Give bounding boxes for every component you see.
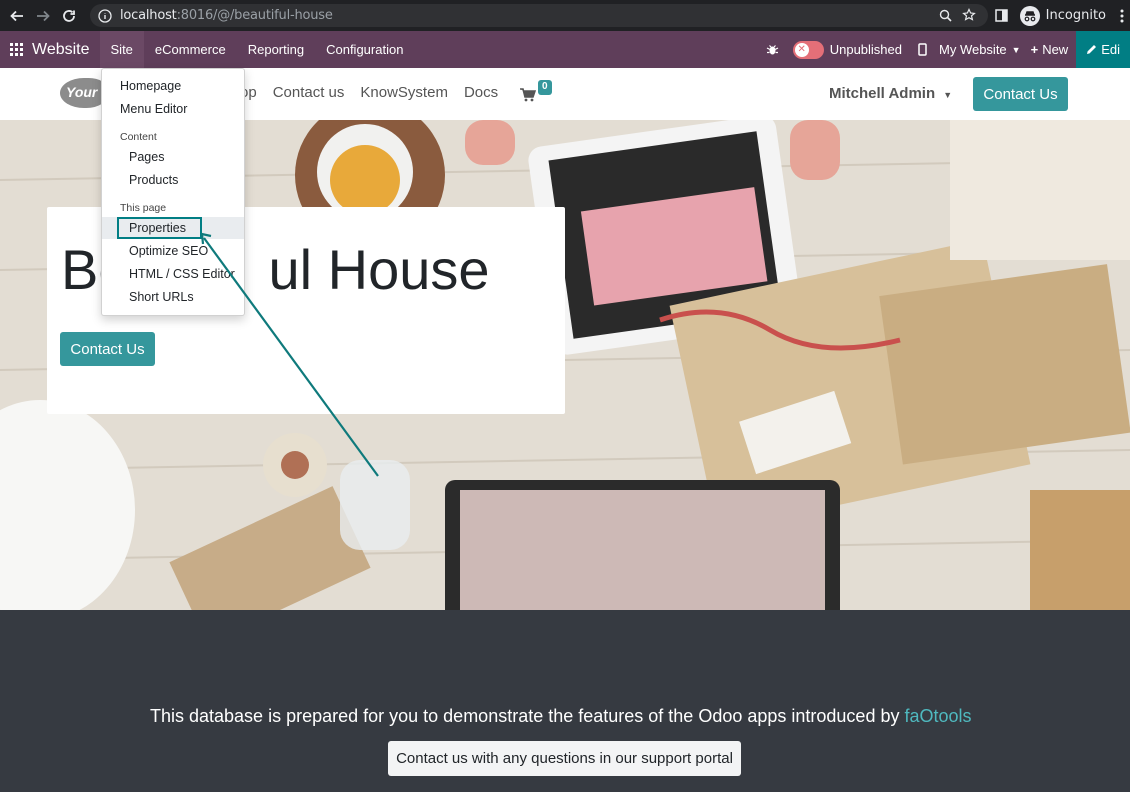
plus-icon: +	[1030, 42, 1039, 57]
app-brand[interactable]: Website	[32, 41, 90, 59]
browser-menu-icon[interactable]	[1120, 9, 1124, 23]
menu-configuration[interactable]: Configuration	[315, 31, 414, 68]
address-bar[interactable]: localhost:8016/@/beautiful-house	[90, 4, 988, 27]
footer-text: This database is prepared for you to dem…	[150, 706, 972, 726]
nav-knowsystem[interactable]: KnowSystem	[360, 84, 448, 101]
browser-toolbar: localhost:8016/@/beautiful-house Incogni…	[0, 0, 1130, 31]
mobile-preview-icon[interactable]	[918, 43, 927, 56]
edit-label: Edi	[1101, 42, 1120, 57]
new-button[interactable]: New	[1042, 42, 1068, 57]
cart-link[interactable]: 0	[520, 80, 552, 102]
menu-item-optimize-seo[interactable]: Optimize SEO	[102, 240, 244, 262]
publish-toggle[interactable]: ✕	[792, 40, 824, 59]
menu-item-products[interactable]: Products	[102, 169, 244, 191]
menu-header-content: Content	[120, 131, 157, 143]
edit-button[interactable]: Edi	[1076, 31, 1130, 68]
caret-down-icon: ▼	[1011, 44, 1021, 55]
menu-item-menu-editor[interactable]: Menu Editor	[102, 98, 244, 120]
menu-item-html-css-editor[interactable]: HTML / CSS Editor	[102, 263, 244, 285]
user-menu[interactable]: Mitchell Admin ▼	[829, 85, 952, 102]
incognito-indicator[interactable]: Incognito	[1019, 5, 1106, 26]
site-dropdown-menu: Homepage Menu Editor Content Pages Produ…	[101, 68, 245, 316]
publish-status[interactable]: Unpublished	[830, 42, 902, 57]
website-selector[interactable]: My Website	[939, 42, 1007, 57]
nav-contact-us[interactable]: Contact us	[273, 84, 345, 101]
menu-reporting[interactable]: Reporting	[237, 31, 315, 68]
menu-header-this-page: This page	[120, 202, 167, 214]
url-text: localhost:8016/@/beautiful-house	[120, 8, 333, 23]
zoom-icon[interactable]	[939, 9, 952, 22]
menu-item-pages[interactable]: Pages	[102, 146, 244, 168]
header-contact-button[interactable]: Contact Us	[973, 77, 1068, 111]
cart-count-badge: 0	[538, 80, 552, 95]
site-info-icon[interactable]	[98, 8, 112, 23]
menu-ecommerce[interactable]: eCommerce	[144, 31, 237, 68]
close-icon: ✕	[794, 42, 809, 57]
menu-item-short-urls[interactable]: Short URLs	[102, 286, 244, 308]
back-icon[interactable]	[4, 3, 30, 29]
footer-section: This database is prepared for you to dem…	[0, 610, 1130, 792]
menu-site[interactable]: Site	[99, 31, 144, 68]
bookmark-star-icon[interactable]	[962, 8, 976, 22]
reload-icon[interactable]	[56, 3, 82, 29]
menu-item-homepage[interactable]: Homepage	[102, 75, 244, 97]
odoo-navbar: Website Site eCommerce Reporting Configu…	[0, 31, 1130, 68]
hero-contact-button[interactable]: Contact Us	[60, 332, 155, 366]
nav-docs[interactable]: Docs	[464, 84, 498, 101]
side-panel-icon[interactable]	[994, 9, 1008, 22]
highlight-box	[117, 217, 202, 239]
incognito-icon	[1019, 5, 1040, 26]
apps-menu-icon[interactable]	[0, 43, 32, 56]
incognito-label: Incognito	[1045, 8, 1106, 23]
pencil-icon	[1087, 45, 1097, 54]
support-portal-button[interactable]: Contact us with any questions in our sup…	[388, 741, 741, 776]
footer-link[interactable]: faOtools	[904, 706, 971, 726]
forward-icon[interactable]	[30, 3, 56, 29]
caret-down-icon: ▼	[943, 90, 953, 100]
cart-icon	[520, 88, 536, 102]
site-nav: op Contact us KnowSystem Docs	[240, 84, 514, 101]
debug-bug-icon[interactable]	[766, 43, 779, 56]
